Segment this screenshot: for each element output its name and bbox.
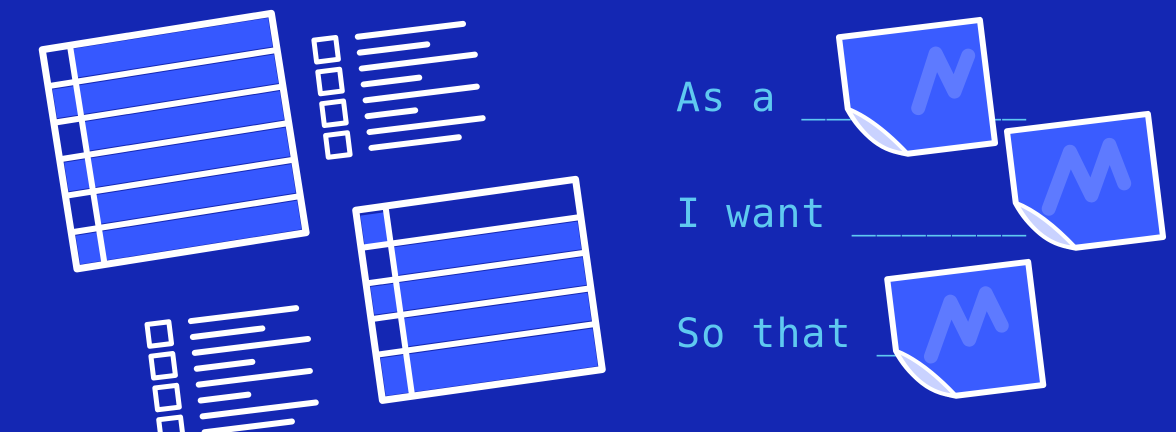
table-doodle-center: [352, 175, 606, 404]
checklist-doodle-top: [311, 20, 486, 160]
story-line-as-a: As a _________: [676, 75, 1028, 121]
story-line-so-that: So that ______: [676, 311, 1028, 357]
table-doodle-left: [38, 9, 310, 273]
story-line-i-want: I want _______: [676, 191, 1028, 237]
checklist-doodle-bottom: [144, 305, 319, 432]
